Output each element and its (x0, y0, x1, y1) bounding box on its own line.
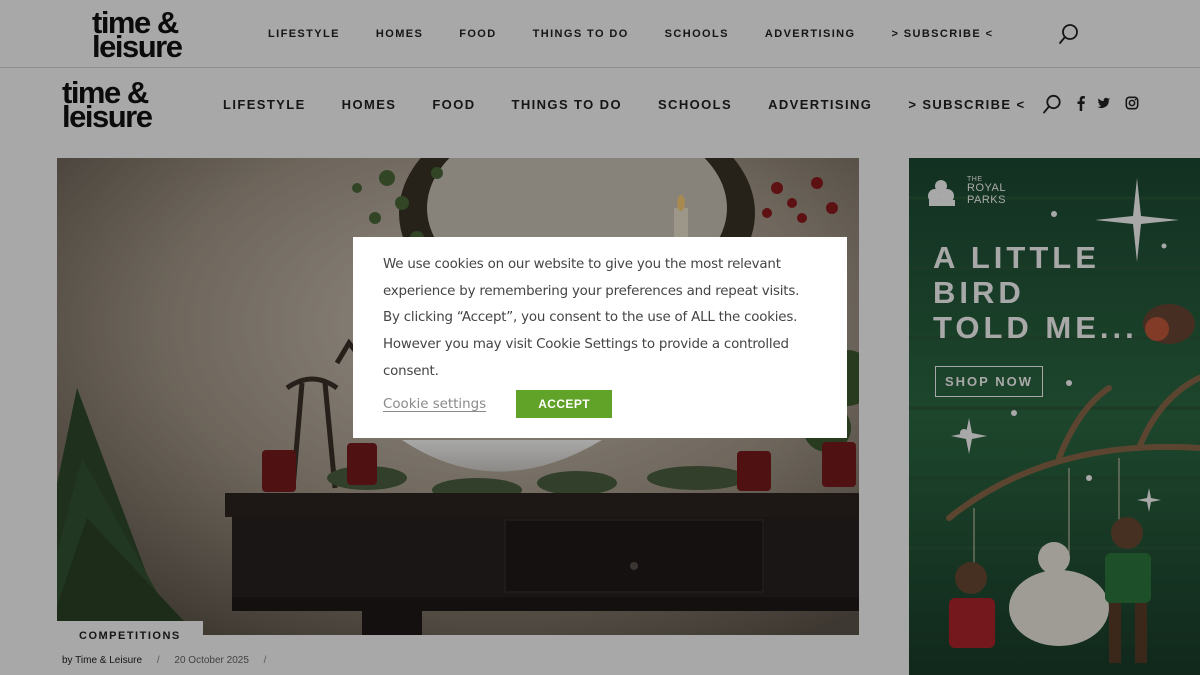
cookie-consent-dialog: We use cookies on our website to give yo… (353, 237, 847, 438)
cookie-settings-link[interactable]: Cookie settings (383, 397, 486, 412)
cookie-message: We use cookies on our website to give yo… (383, 257, 800, 379)
cookie-actions: Cookie settings ACCEPT (383, 390, 613, 418)
accept-cookies-button[interactable]: ACCEPT (516, 390, 613, 418)
